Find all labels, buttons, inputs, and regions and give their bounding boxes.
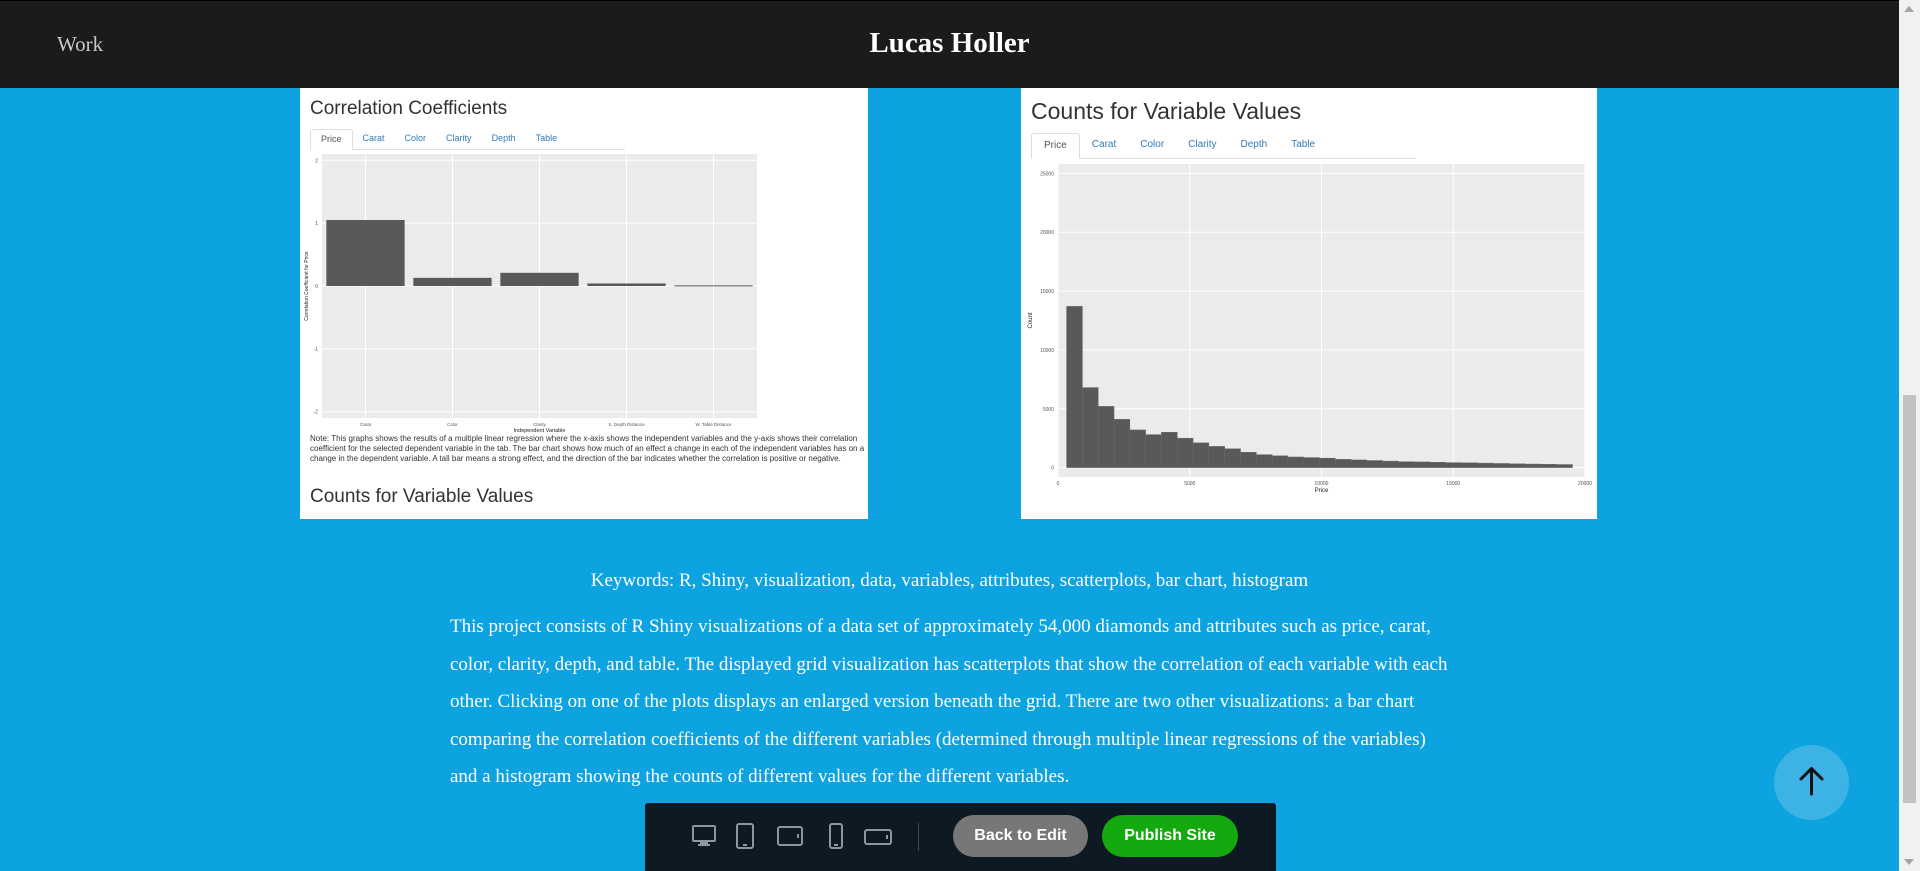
y-tick-label: 10000: [1040, 348, 1054, 354]
histogram-bar: [1208, 446, 1225, 468]
tablet-landscape-icon[interactable]: [776, 823, 804, 854]
histogram-bar: [1287, 456, 1304, 468]
bar: [587, 283, 666, 286]
x-tick-label: Color: [447, 422, 458, 427]
x-tick-label: W, Table Distance: [696, 422, 732, 427]
bar: [326, 220, 405, 286]
x-tick-label: 20000: [1578, 481, 1592, 487]
histogram-bar: [1382, 460, 1399, 468]
y-tick-label: 5000: [1043, 407, 1054, 413]
site-header: Work Lucas Holler: [0, 0, 1899, 88]
y-tick-label: 20000: [1040, 230, 1054, 236]
bar: [500, 272, 579, 286]
y-axis-label: Count: [1028, 312, 1034, 328]
x-axis-label: Independent Variable: [514, 428, 566, 433]
y-tick-label: 1: [315, 221, 318, 227]
y-tick-label: -2: [314, 410, 319, 416]
histogram-bar: [1113, 419, 1131, 468]
histogram-bar: [1414, 461, 1431, 468]
arrow-up-icon: [1799, 767, 1824, 796]
toolbar-divider: [918, 823, 919, 851]
publish-site-button[interactable]: Publish Site: [1102, 815, 1238, 857]
y-tick-label: 2: [315, 158, 318, 164]
x-tick-label: 0: [1057, 481, 1060, 487]
page-scrollbar[interactable]: [1899, 0, 1920, 871]
histogram-bar: [1192, 442, 1210, 468]
y-tick-label: 25000: [1040, 171, 1054, 177]
y-tick-label: 0: [315, 284, 318, 290]
desktop-icon[interactable]: [691, 823, 717, 854]
scroll-up-arrow-icon[interactable]: [1904, 6, 1914, 12]
x-tick-label: 5000: [1184, 481, 1195, 487]
histogram-bar: [1477, 462, 1494, 468]
y-tick-label: -1: [314, 347, 319, 353]
correlation-bar-chart: -2 -1 0 1 2 Carat Color Clarity X, Depth Distanc…: [304, 154, 757, 433]
phone-landscape-icon[interactable]: [863, 823, 893, 854]
counts-title-partial: Counts for Variable Values: [310, 486, 534, 507]
scroll-to-top-button[interactable]: [1774, 745, 1849, 820]
keywords-text: Keywords: R, Shiny, visualization, data,…: [590, 570, 1309, 591]
site-title[interactable]: Lucas Holler: [0, 27, 1899, 60]
histogram-bar: [1335, 459, 1352, 468]
x-tick-label: 15000: [1446, 481, 1460, 487]
histogram-bar: [1366, 460, 1384, 468]
back-to-edit-button[interactable]: Back to Edit: [953, 815, 1088, 857]
histogram-bar: [1398, 461, 1415, 468]
histogram-bar: [1509, 463, 1526, 468]
histogram-bar: [1082, 387, 1099, 468]
histogram-bar: [1271, 455, 1289, 468]
histogram-bar: [1097, 406, 1115, 468]
histogram-bar: [1524, 463, 1542, 468]
histogram-bar: [1145, 434, 1162, 468]
phone-portrait-icon[interactable]: [827, 823, 845, 854]
x-axis-label: Price: [1315, 488, 1329, 494]
histogram-bar: [1066, 306, 1083, 468]
histogram-bar: [1256, 454, 1273, 468]
scroll-down-arrow-icon[interactable]: [1904, 859, 1914, 865]
x-tick-label: X, Depth Distance: [608, 422, 645, 427]
tablet-portrait-icon[interactable]: [734, 823, 756, 854]
price-histogram: 0 5000 10000 15000 20000 25000 0 5000 10000 15000…: [1028, 164, 1592, 494]
histogram-bar: [1540, 464, 1557, 468]
bar: [674, 285, 753, 287]
histogram-bar: [1493, 463, 1510, 468]
x-tick-label: 10000: [1315, 481, 1329, 487]
y-tick-label: 0: [1051, 466, 1054, 472]
y-tick-label: 15000: [1040, 289, 1054, 295]
y-axis-label: Correlation Coefficient for Price: [304, 251, 310, 321]
scrollbar-thumb[interactable]: [1903, 395, 1916, 803]
bar: [413, 277, 492, 286]
histogram-bar: [1429, 462, 1447, 468]
histogram-bar: [1319, 457, 1336, 468]
histogram-bar: [1224, 448, 1241, 468]
histogram-bar: [1350, 459, 1368, 468]
histogram-bar: [1461, 462, 1478, 468]
histogram-bar: [1445, 462, 1463, 468]
histogram-bar: [1240, 452, 1257, 468]
histogram-bar: [1161, 432, 1178, 468]
histogram-bar: [1556, 464, 1573, 468]
x-tick-label: Carat: [360, 422, 372, 427]
editor-toolbar: Back to Edit Publish Site: [645, 803, 1276, 871]
histogram-bar: [1129, 429, 1146, 468]
correlation-screenshot: Correlation Coefficients Price Carat Col…: [300, 88, 868, 519]
x-tick-label: Clarity: [533, 422, 547, 427]
histogram-bar: [1177, 437, 1194, 468]
chart-note: Note: This graphs shows the results of a…: [310, 434, 865, 463]
counts-screenshot: Counts for Variable Values Price Carat C…: [1021, 88, 1597, 519]
project-description: This project consists of R Shiny visuali…: [450, 616, 1448, 787]
histogram-bar: [1303, 457, 1320, 468]
